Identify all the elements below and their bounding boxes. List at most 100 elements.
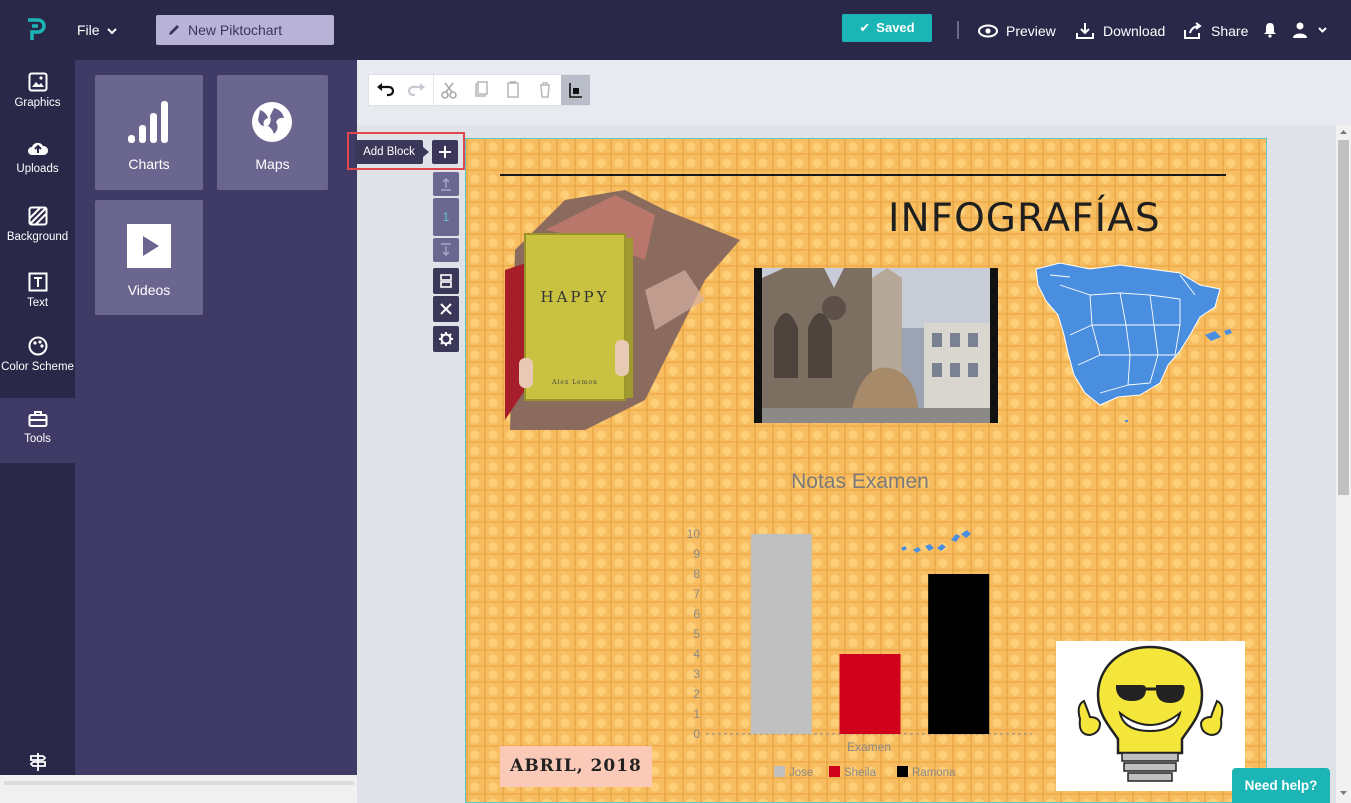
image-icon — [28, 72, 47, 92]
legend-label: Jose — [789, 767, 813, 779]
duplicate-icon — [440, 274, 452, 288]
duplicate-block-button[interactable] — [433, 268, 459, 294]
saved-button[interactable]: ✔ Saved — [842, 14, 932, 42]
bar-chart-icon — [128, 101, 168, 143]
play-icon — [127, 224, 171, 268]
sidebar-item-tools[interactable]: Tools — [0, 398, 75, 463]
spain-map[interactable] — [1030, 255, 1240, 430]
sidebar-item-color-scheme[interactable]: Color Scheme — [0, 336, 75, 374]
undo-button[interactable] — [369, 75, 401, 105]
divider-line — [500, 174, 1226, 176]
plus-icon — [439, 146, 451, 158]
book-author: Alex Lemon — [551, 379, 598, 386]
saved-label: Saved — [876, 20, 915, 35]
share-button[interactable]: Share — [1183, 22, 1248, 40]
download-button[interactable]: Download — [1075, 22, 1165, 40]
legend-label: Ramona — [912, 767, 956, 779]
top-bar: File New Piktochart ✔ Saved Preview Downl… — [0, 0, 1351, 60]
redo-button[interactable] — [401, 75, 433, 105]
download-icon — [1076, 23, 1094, 39]
share-icon — [1184, 22, 1202, 39]
sidebar-item-uploads[interactable]: Uploads — [0, 140, 75, 176]
scroll-down-icon[interactable] — [1338, 789, 1349, 798]
legend-swatch — [829, 766, 840, 777]
globe-icon — [252, 102, 292, 142]
signpost-icon[interactable] — [28, 752, 48, 772]
sidebar-item-graphics[interactable]: Graphics — [0, 72, 75, 110]
arrow-down-icon — [441, 243, 451, 256]
y-tick-label: 6 — [693, 607, 700, 621]
gear-icon — [439, 332, 453, 346]
document-title-text: New Piktochart — [188, 22, 283, 38]
date-badge[interactable]: ABRIL, 2018 — [500, 746, 652, 787]
chevron-down-icon — [107, 28, 118, 35]
copy-icon — [475, 81, 488, 97]
block-number: 1 — [433, 198, 459, 236]
move-block-down-button[interactable] — [433, 238, 459, 262]
cloud-upload-icon — [27, 142, 48, 155]
copy-button[interactable] — [465, 75, 497, 105]
move-block-up-button[interactable] — [433, 172, 459, 196]
y-tick-label: 5 — [693, 627, 700, 641]
redo-icon — [407, 83, 425, 97]
lightbulb-sunglasses-image[interactable] — [1056, 641, 1245, 791]
tool-card-charts-label: Charts — [128, 156, 170, 172]
pencil-icon — [169, 25, 179, 35]
legend-swatch — [897, 766, 908, 777]
y-tick-label: 3 — [693, 667, 700, 681]
scroll-up-icon[interactable] — [1338, 127, 1349, 136]
tool-card-charts[interactable]: Charts — [95, 75, 203, 190]
panel-bottom-strip — [0, 775, 357, 803]
happy-book-image[interactable]: HAPPY Alex Lemon — [505, 190, 740, 442]
user-menu-icon[interactable] — [1292, 21, 1328, 39]
y-tick-label: 7 — [693, 587, 700, 601]
bar-jose — [750, 534, 812, 734]
legend-label: Sheila — [844, 767, 877, 779]
need-help-button[interactable]: Need help? — [1232, 768, 1330, 803]
sidebar-item-text[interactable]: Text — [0, 272, 75, 310]
y-tick-label: 0 — [693, 727, 700, 741]
tool-card-maps[interactable]: Maps — [217, 75, 328, 190]
cathedral-photo[interactable] — [754, 268, 998, 423]
arrange-button[interactable] — [561, 75, 590, 105]
trash-icon — [540, 82, 550, 98]
paste-button[interactable] — [497, 75, 529, 105]
file-menu-label: File — [77, 22, 100, 38]
file-menu[interactable]: File — [77, 22, 118, 38]
chart-title: Notas Examen — [791, 470, 929, 493]
edit-toolbar — [368, 74, 590, 106]
sidebar-item-background[interactable]: Background — [0, 206, 75, 244]
palette-icon — [28, 336, 47, 356]
scrollbar-thumb[interactable] — [1338, 140, 1349, 495]
block-settings-button[interactable] — [433, 326, 459, 352]
preview-button[interactable]: Preview — [978, 22, 1056, 40]
y-tick-label: 8 — [693, 567, 700, 581]
tool-card-maps-label: Maps — [255, 156, 290, 172]
toolbox-icon — [28, 411, 47, 427]
background-hatch-icon — [28, 206, 47, 226]
left-sidebar: Graphics Uploads Background Text Color S… — [0, 60, 75, 803]
infographic-heading[interactable]: INFOGRAFÍAS — [888, 196, 1161, 241]
legend-swatch — [774, 766, 785, 777]
sidebar-label-uploads: Uploads — [16, 163, 59, 175]
tool-card-videos-label: Videos — [127, 282, 171, 298]
piktochart-logo-icon[interactable] — [22, 16, 50, 44]
undo-icon — [377, 83, 395, 97]
close-icon — [440, 303, 452, 315]
sidebar-label-color-scheme: Color Scheme — [1, 361, 74, 373]
sidebar-label-text: Text — [26, 297, 49, 309]
horizontal-scrollbar[interactable] — [4, 781, 354, 785]
add-block-tooltip: Add Block — [355, 140, 429, 164]
eye-icon — [978, 24, 998, 38]
bar-chart[interactable]: 0 1 2 3 4 5 6 7 8 9 10 Examen Jose Sheila Ramona — [680, 520, 1040, 790]
document-title-field[interactable]: New Piktochart — [156, 15, 334, 45]
tool-card-videos[interactable]: Videos — [95, 200, 203, 315]
add-block-button[interactable] — [432, 140, 458, 164]
delete-button[interactable] — [529, 75, 561, 105]
cut-button[interactable] — [433, 75, 465, 105]
clipboard-icon — [507, 81, 519, 98]
delete-block-button[interactable] — [433, 296, 459, 322]
bar-ramona — [928, 574, 990, 734]
scissors-icon — [441, 82, 457, 99]
bell-icon[interactable] — [1263, 22, 1277, 38]
